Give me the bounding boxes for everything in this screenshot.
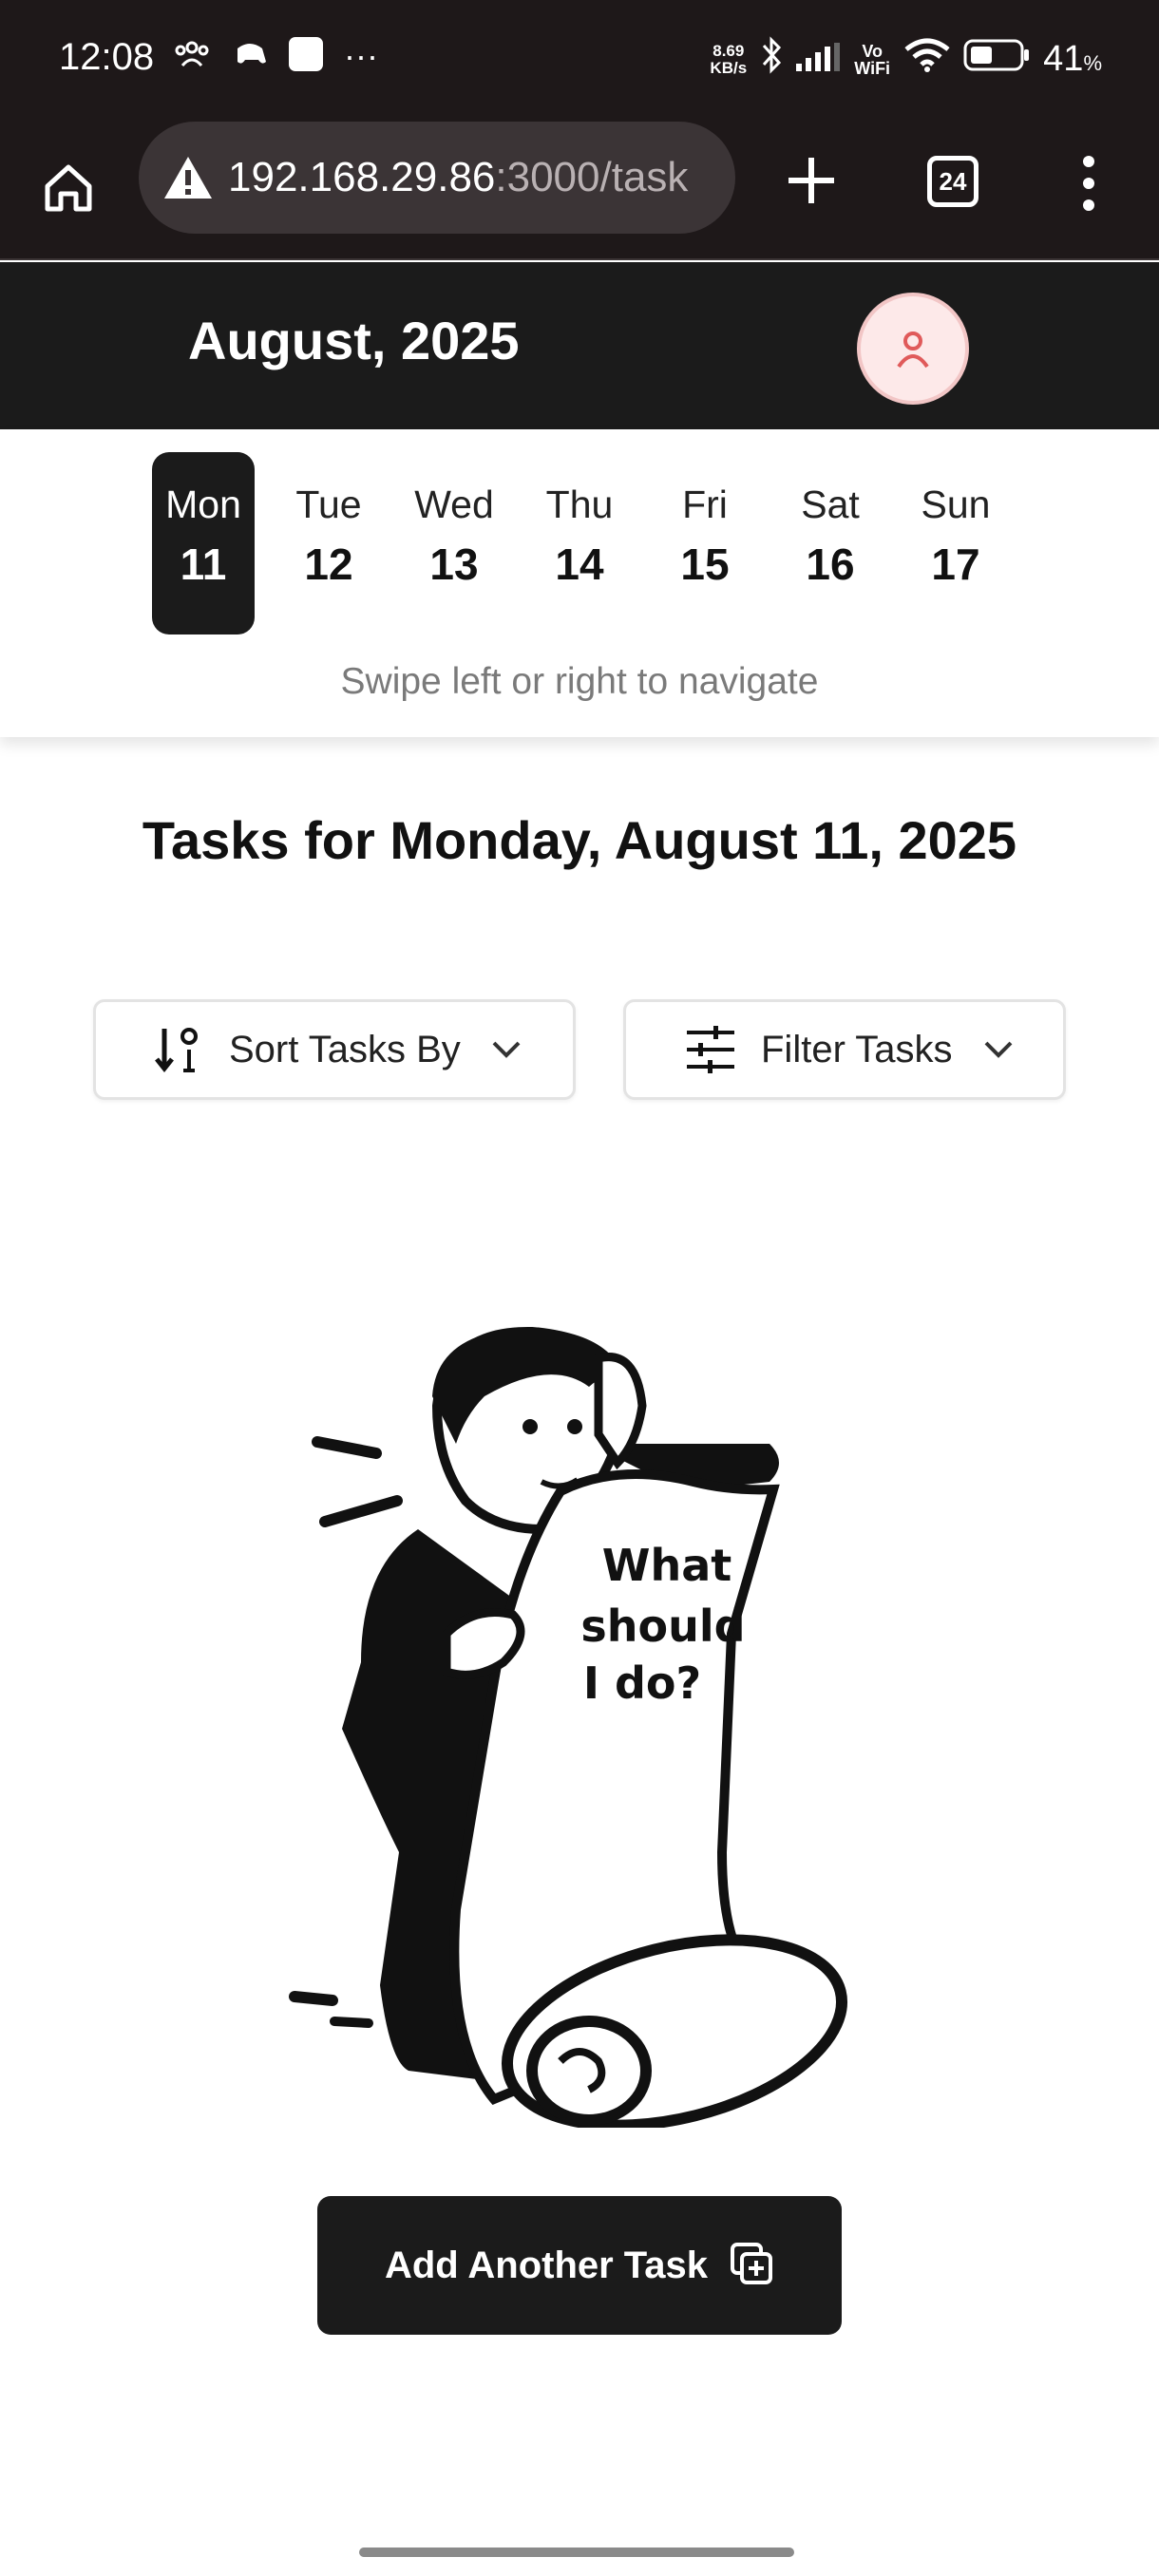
day-name: Sun bbox=[921, 483, 991, 526]
group-icon bbox=[173, 39, 211, 74]
filter-label: Filter Tasks bbox=[761, 1028, 953, 1070]
scroll-text-line-1: What bbox=[602, 1540, 732, 1591]
battery-value: 41 bbox=[1043, 39, 1084, 79]
game-icon bbox=[232, 39, 268, 74]
gesture-bar bbox=[359, 2548, 794, 2557]
swipe-hint: Swipe left or right to navigate bbox=[340, 661, 819, 702]
app-header: August, 2025 bbox=[0, 262, 1159, 429]
day-sun[interactable]: Sun 17 bbox=[904, 452, 1007, 635]
network-speed: 8.69 KB/s bbox=[710, 41, 748, 77]
day-mon[interactable]: Mon 11 bbox=[152, 452, 255, 635]
day-name: Wed bbox=[414, 483, 494, 526]
day-number: 13 bbox=[429, 540, 479, 589]
chevron-down-icon bbox=[983, 1040, 1014, 1059]
avatar[interactable] bbox=[857, 293, 969, 405]
day-name: Fri bbox=[682, 483, 728, 526]
day-name: Mon bbox=[165, 483, 241, 526]
chevron-down-icon bbox=[491, 1040, 522, 1059]
day-tue[interactable]: Tue 12 bbox=[277, 452, 380, 635]
url-text[interactable]: 192.168.29.86:3000/task bbox=[228, 154, 688, 201]
plus-icon bbox=[788, 158, 834, 203]
new-tab-button[interactable] bbox=[779, 148, 844, 213]
sort-tasks-button[interactable]: Sort Tasks By bbox=[93, 999, 576, 1100]
bluetooth-icon bbox=[760, 36, 783, 83]
page-title: Tasks for Monday, August 11, 2025 bbox=[142, 810, 1017, 870]
status-time: 12:08 bbox=[59, 36, 155, 78]
day-number: 11 bbox=[180, 540, 227, 589]
url-host: 192.168.29.86 bbox=[228, 154, 496, 200]
system-indicators: 8.69 KB/s Vo WiFi 41% bbox=[710, 36, 1102, 83]
browser-toolbar: 192.168.29.86:3000/task 24 bbox=[0, 118, 1159, 260]
wifi-icon bbox=[904, 38, 950, 81]
warning-icon[interactable] bbox=[158, 155, 218, 200]
empty-state-illustration: What should I do? bbox=[276, 1320, 884, 2131]
day-name: Thu bbox=[545, 483, 614, 526]
volte-label: Vo WiFi bbox=[854, 41, 891, 78]
speed-value: 8.69 bbox=[712, 41, 745, 60]
home-button[interactable] bbox=[34, 154, 103, 222]
user-icon bbox=[897, 331, 929, 369]
address-bar[interactable]: 192.168.29.86:3000/task bbox=[139, 122, 735, 234]
signal-icon bbox=[796, 40, 841, 80]
more-notifications: ··· bbox=[344, 36, 378, 75]
day-wed[interactable]: Wed 13 bbox=[403, 452, 505, 635]
more-vert-icon[interactable] bbox=[1070, 150, 1108, 217]
status-bar: 12:08 ··· 8.69 KB/s Vo WiFi 41% bbox=[0, 0, 1159, 118]
day-number: 12 bbox=[304, 540, 353, 589]
day-number: 16 bbox=[806, 540, 855, 589]
day-number: 17 bbox=[931, 540, 980, 589]
speed-unit: KB/s bbox=[710, 58, 748, 77]
battery-unit: % bbox=[1083, 51, 1102, 75]
scroll-text-line-3: I do? bbox=[583, 1657, 701, 1709]
filter-tasks-button[interactable]: Filter Tasks bbox=[623, 999, 1066, 1100]
filter-sliders-icon bbox=[685, 1025, 736, 1074]
sort-label: Sort Tasks By bbox=[229, 1028, 461, 1070]
add-task-label: Add Another Task bbox=[384, 2244, 709, 2286]
month-title: August, 2025 bbox=[188, 311, 520, 370]
day-number: 14 bbox=[555, 540, 604, 589]
add-task-button[interactable]: Add Another Task bbox=[317, 2196, 842, 2335]
home-icon bbox=[45, 164, 92, 212]
sort-icon bbox=[155, 1025, 204, 1074]
url-path: :3000/task bbox=[495, 154, 689, 200]
day-thu[interactable]: Thu 14 bbox=[528, 452, 631, 635]
day-name: Tue bbox=[295, 483, 362, 526]
day-fri[interactable]: Fri 15 bbox=[654, 452, 756, 635]
add-square-icon bbox=[729, 2241, 774, 2291]
day-number: 15 bbox=[680, 540, 730, 589]
battery-icon bbox=[963, 39, 1030, 80]
scroll-text-line-2: should bbox=[580, 1601, 745, 1652]
week-selector: Mon 11 Tue 12 Wed 13 Thu 14 Fri 15 Sat 1… bbox=[0, 429, 1159, 737]
day-name: Sat bbox=[801, 483, 860, 526]
tabs-icon[interactable]: 24 bbox=[927, 156, 978, 207]
battery-percent: 41% bbox=[1043, 39, 1102, 80]
app-square-icon bbox=[289, 36, 323, 76]
day-sat[interactable]: Sat 16 bbox=[779, 452, 882, 635]
notification-icons: ··· bbox=[173, 36, 378, 76]
